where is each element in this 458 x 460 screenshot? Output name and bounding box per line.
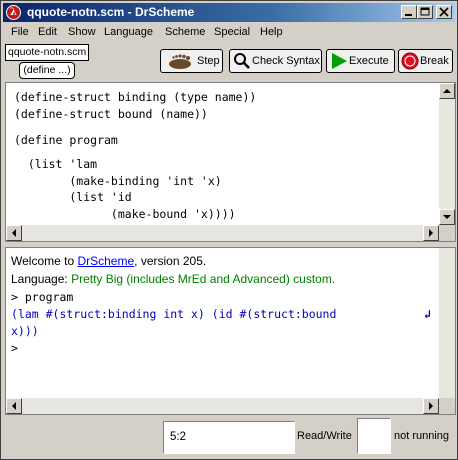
menu-edit[interactable]: Edit	[38, 26, 57, 38]
gc-indicator	[357, 418, 391, 454]
language-value: Pretty Big (includes MrEd and Advanced) …	[71, 272, 336, 286]
arrow-down-icon	[443, 215, 451, 219]
line-wrap-icon: ↲	[424, 307, 431, 321]
status-bar: 5:2 Read/Write not running	[3, 418, 455, 458]
output-line: (lam #(struct:binding int x) (id #(struc…	[11, 307, 337, 321]
language-line: Language: Pretty Big (includes MrEd and …	[11, 272, 335, 286]
foot-icon	[169, 54, 191, 69]
read-write-mode[interactable]: Read/Write	[297, 430, 352, 442]
scroll-up-button[interactable]	[439, 83, 455, 99]
scroll-left-button[interactable]	[6, 225, 22, 241]
close-button[interactable]	[436, 5, 452, 19]
arrow-right-icon	[429, 402, 433, 410]
drscheme-lambda-icon: λ	[6, 5, 21, 20]
definitions-horizontal-scrollbar[interactable]	[6, 225, 439, 241]
menu-bar: File Edit Show Language Scheme Special H…	[3, 23, 455, 43]
prompt-line: >	[11, 341, 18, 355]
prompt-line: > program	[11, 290, 74, 304]
definitions-editor[interactable]: (define-struct binding (type name)) (def…	[5, 82, 456, 242]
scroll-right-button[interactable]	[423, 225, 439, 241]
code-line: (make-bound 'x))))	[14, 207, 236, 221]
magnifier-icon	[234, 53, 250, 69]
interactions-vertical-scrollbar[interactable]	[439, 248, 455, 398]
break-button[interactable]: Break	[398, 49, 453, 73]
define-popup-menu[interactable]: (define ...)	[19, 62, 75, 79]
drscheme-window: λ qquote-notn.scm - DrScheme File Edit S…	[0, 0, 458, 460]
code-line: (define-struct bound (name))	[14, 107, 208, 121]
welcome-prefix: Welcome to	[11, 254, 78, 268]
minimize-button[interactable]	[401, 5, 417, 19]
maximize-icon	[420, 7, 430, 16]
output-line: x)))	[11, 324, 39, 338]
close-icon	[439, 7, 449, 17]
scroll-down-button[interactable]	[439, 209, 455, 225]
code-line: (list 'id	[14, 190, 132, 204]
execute-label: Execute	[349, 55, 389, 67]
scrollbar-corner	[439, 398, 455, 414]
welcome-line: Welcome to DrScheme, version 205.	[11, 254, 206, 268]
scroll-left-button[interactable]	[6, 398, 22, 414]
arrow-left-icon	[12, 402, 16, 410]
menu-language[interactable]: Language	[104, 26, 153, 38]
code-line: (list 'lam	[14, 157, 98, 171]
language-prefix: Language:	[11, 272, 72, 286]
maximize-button[interactable]	[417, 5, 433, 19]
scrollbar-corner	[439, 225, 455, 241]
cursor-position: 5:2	[163, 421, 295, 454]
definitions-vertical-scrollbar[interactable]	[439, 83, 455, 225]
step-button[interactable]: Step	[160, 49, 223, 73]
check-syntax-button[interactable]: Check Syntax	[229, 49, 322, 73]
title-bar[interactable]: λ qquote-notn.scm - DrScheme	[3, 3, 455, 22]
interactions-window[interactable]: Welcome to DrScheme, version 205. Langua…	[5, 247, 456, 415]
file-name-label[interactable]: qquote-notn.scm	[5, 44, 89, 61]
scroll-right-button[interactable]	[423, 398, 439, 414]
window-title: qquote-notn.scm - DrScheme	[27, 5, 195, 19]
arrow-left-icon	[12, 229, 16, 237]
code-line: (make-binding 'int 'x)	[14, 174, 222, 188]
menu-scheme[interactable]: Scheme	[165, 26, 205, 38]
code-line: (define program	[14, 133, 118, 147]
welcome-suffix: , version 205.	[134, 254, 207, 268]
check-syntax-label: Check Syntax	[252, 55, 320, 67]
menu-help[interactable]: Help	[260, 26, 283, 38]
step-label: Step	[197, 55, 220, 67]
break-label: Break	[420, 55, 449, 67]
arrow-up-icon	[443, 89, 451, 93]
execute-arrow-icon	[332, 53, 347, 69]
menu-show[interactable]: Show	[68, 26, 96, 38]
running-status: not running	[394, 430, 450, 442]
drscheme-link[interactable]: DrScheme	[77, 254, 134, 268]
stop-sign-icon	[401, 52, 419, 70]
execute-button[interactable]: Execute	[326, 49, 395, 73]
code-line: (define-struct binding (type name))	[14, 90, 257, 104]
interactions-horizontal-scrollbar[interactable]	[6, 398, 439, 414]
minimize-icon	[405, 14, 412, 16]
arrow-right-icon	[429, 229, 433, 237]
menu-file[interactable]: File	[11, 26, 29, 38]
menu-special[interactable]: Special	[214, 26, 250, 38]
